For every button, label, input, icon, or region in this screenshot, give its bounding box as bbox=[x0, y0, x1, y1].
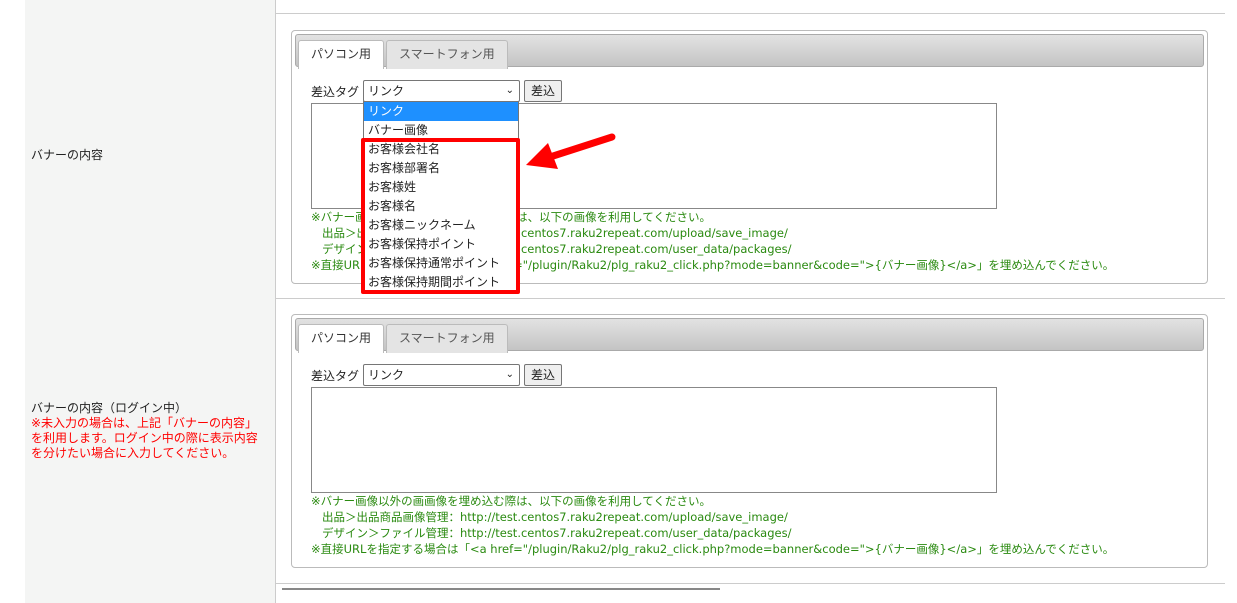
tab-bar: パソコン用 スマートフォン用 bbox=[295, 318, 1204, 353]
option-link[interactable]: リンク bbox=[364, 102, 518, 121]
note-line: デザイン＞ファイル管理：http://test.centos7.raku2rep… bbox=[322, 526, 792, 540]
note-line: 出品＞出品商品画像管理：http://test.centos7.raku2rep… bbox=[322, 510, 788, 524]
banner-login-content-textarea[interactable] bbox=[311, 387, 997, 493]
arrow-icon bbox=[526, 133, 616, 169]
select-value: リンク bbox=[368, 84, 405, 98]
insert-button[interactable]: 差込 bbox=[524, 80, 563, 102]
row-next bbox=[25, 583, 1225, 603]
help-notes: ※バナー画像以外の画画像を埋め込む際は、以下の画像を利用してください。 出品＞出… bbox=[311, 493, 1114, 557]
banner-login-editor-panel: パソコン用 スマートフォン用 差込タグ リンク ⌄ 差込 ※バナー画像以外の画画像… bbox=[291, 314, 1208, 568]
tab-pc[interactable]: パソコン用 bbox=[298, 40, 385, 69]
row-note: ※未入力の場合は、上記「バナーの内容」を利用します。ログイン中の際に表示内容を分… bbox=[31, 416, 258, 460]
row-label: バナーの内容（ログイン中） bbox=[31, 401, 188, 415]
insert-tag-select[interactable]: リンク ⌄ bbox=[363, 364, 521, 386]
insert-button[interactable]: 差込 bbox=[524, 364, 563, 386]
chevron-down-icon: ⌄ bbox=[505, 85, 515, 96]
note-line: ※バナー画像以外の画画像を埋め込む際は、以下の画像を利用してください。 bbox=[311, 494, 711, 508]
tab-bar: パソコン用 スマートフォン用 bbox=[295, 34, 1204, 69]
insert-tag-select[interactable]: リンク ⌄ bbox=[363, 80, 521, 102]
tab-smartphone[interactable]: スマートフォン用 bbox=[386, 40, 508, 69]
note-line: ※直接URLを指定する場合は「<a href="/plugin/Raku2/pl… bbox=[311, 542, 1115, 556]
row-label: バナーの内容 bbox=[31, 148, 104, 162]
tab-smartphone[interactable]: スマートフォン用 bbox=[386, 324, 508, 353]
select-value: リンク bbox=[368, 368, 405, 382]
chevron-down-icon: ⌄ bbox=[505, 369, 515, 380]
row-top bbox=[25, 0, 1225, 14]
tab-pc[interactable]: パソコン用 bbox=[298, 324, 385, 353]
highlight-box bbox=[361, 138, 520, 294]
insert-tag-label: 差込タグ bbox=[311, 368, 360, 383]
insert-tag-label: 差込タグ bbox=[311, 84, 360, 99]
